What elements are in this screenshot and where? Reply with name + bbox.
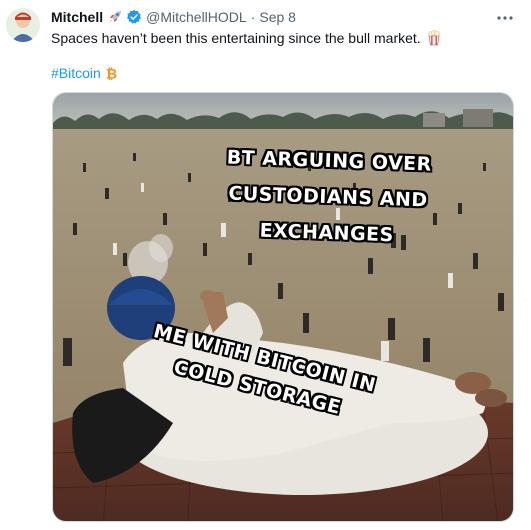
- verified-badge-icon[interactable]: [126, 9, 142, 25]
- more-icon[interactable]: [493, 8, 517, 28]
- tweet-text-row: Spaces haven’t been this entertaining si…: [51, 29, 511, 47]
- avatar-image: [6, 8, 40, 42]
- rocket-icon: [107, 9, 123, 25]
- hashtag-link[interactable]: #Bitcoin: [51, 65, 101, 81]
- user-handle[interactable]: @MitchellHODL: [146, 9, 247, 25]
- popcorn-icon: [427, 30, 441, 46]
- separator-dot: ·: [250, 9, 256, 25]
- tweet-header: Mitchell @MitchellHODL · Sep 8: [51, 9, 491, 25]
- tweet-date[interactable]: Sep 8: [259, 9, 296, 25]
- meme-top-caption: BT ARGUING OVER CUSTODIANS AND EXCHANGES: [206, 139, 450, 255]
- svg-text:₿: ₿: [106, 66, 117, 81]
- bitcoin-icon: ₿: [105, 66, 118, 81]
- meme-image[interactable]: BT ARGUING OVER CUSTODIANS AND EXCHANGES…: [52, 92, 514, 522]
- tweet-card[interactable]: Mitchell @MitchellHODL · Sep 8 Spaces ha…: [0, 0, 531, 530]
- avatar[interactable]: [6, 8, 40, 42]
- tweet-text: Spaces haven’t been this entertaining si…: [51, 30, 421, 46]
- hashtag-row: #Bitcoin ₿: [51, 65, 118, 81]
- display-name[interactable]: Mitchell: [51, 9, 103, 25]
